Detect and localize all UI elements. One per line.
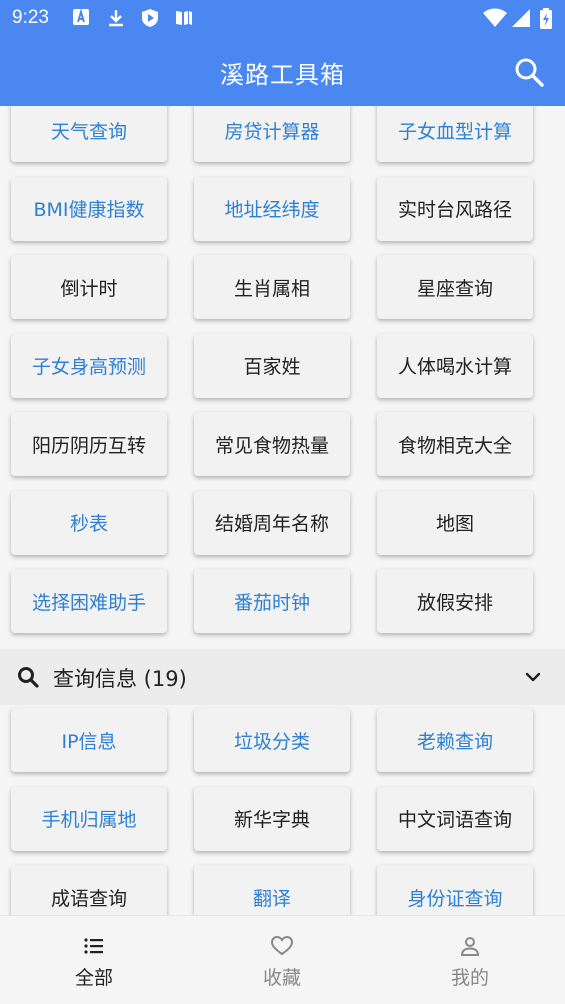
chevron-down-icon[interactable] bbox=[523, 667, 543, 687]
tool-tile[interactable]: 地址经纬度 bbox=[194, 176, 350, 241]
nav-label: 全部 bbox=[74, 967, 113, 989]
download-icon bbox=[109, 10, 123, 27]
status-time: 9:23 bbox=[12, 7, 49, 28]
nav-label: 我的 bbox=[450, 967, 489, 989]
status-bar: 9:23 bbox=[0, 0, 565, 38]
nav-item-mine[interactable]: 我的 bbox=[376, 916, 564, 1004]
query-tile[interactable]: 身份证查询 bbox=[377, 865, 533, 915]
book-icon bbox=[176, 11, 192, 25]
battery-charging-icon bbox=[540, 8, 552, 29]
search-icon[interactable] bbox=[513, 56, 545, 88]
tool-tile[interactable]: 放假安排 bbox=[377, 569, 533, 633]
tool-tile[interactable]: BMI健康指数 bbox=[11, 176, 167, 241]
tool-tile[interactable]: 星座查询 bbox=[377, 255, 533, 319]
signal-icon bbox=[512, 9, 530, 27]
tool-tile[interactable]: 地图 bbox=[377, 490, 533, 555]
tool-tile[interactable]: 秒表 bbox=[11, 490, 167, 555]
query-tile[interactable]: 成语查询 bbox=[11, 865, 167, 915]
query-tile[interactable]: 中文词语查询 bbox=[377, 786, 533, 851]
app-bar: 溪路工具箱 bbox=[0, 38, 565, 106]
bottom-nav: 全部 收藏 我的 bbox=[0, 915, 565, 1004]
tool-tile[interactable]: 结婚周年名称 bbox=[194, 490, 350, 555]
heart-icon bbox=[270, 935, 294, 956]
app-title: 溪路工具箱 bbox=[220, 61, 345, 89]
query-tile[interactable]: 手机归属地 bbox=[11, 786, 167, 851]
tool-tile[interactable]: 房贷计算器 bbox=[194, 106, 350, 162]
nav-item-favorites[interactable]: 收藏 bbox=[188, 916, 376, 1004]
tool-tile[interactable]: 子女身高预测 bbox=[11, 333, 167, 398]
tool-tile[interactable]: 番茄时钟 bbox=[194, 569, 350, 633]
tool-tile[interactable]: 生肖属相 bbox=[194, 255, 350, 319]
tool-tile[interactable]: 选择困难助手 bbox=[11, 569, 167, 633]
search-icon bbox=[18, 667, 39, 688]
query-tile[interactable]: 老赖查询 bbox=[377, 708, 533, 772]
tool-tile[interactable]: 人体喝水计算 bbox=[377, 333, 533, 398]
tool-tile[interactable]: 实时台风路径 bbox=[377, 176, 533, 241]
tool-tile[interactable]: 天气查询 bbox=[11, 106, 167, 162]
tool-tile[interactable]: 食物相克大全 bbox=[377, 412, 533, 476]
section-header-query[interactable]: 查询信息 (19) bbox=[0, 649, 565, 705]
query-tile[interactable]: 翻译 bbox=[194, 865, 350, 915]
person-icon bbox=[460, 937, 480, 956]
query-tile[interactable]: IP信息 bbox=[11, 708, 167, 772]
tool-tile[interactable]: 常见食物热量 bbox=[194, 412, 350, 476]
shield-play-icon bbox=[142, 9, 158, 27]
tool-tile[interactable]: 阳历阴历互转 bbox=[11, 412, 167, 476]
nav-label: 收藏 bbox=[262, 967, 301, 989]
keyboard-a-icon bbox=[73, 8, 89, 25]
tool-tile[interactable]: 百家姓 bbox=[194, 333, 350, 398]
list-icon bbox=[84, 938, 103, 954]
section-title: 查询信息 (19) bbox=[53, 667, 187, 691]
query-tile[interactable]: 新华字典 bbox=[194, 786, 350, 851]
tool-list[interactable]: 天气查询 房贷计算器 子女血型计算 BMI健康指数 地址经纬度 实时台风路径 倒… bbox=[0, 106, 565, 915]
tool-tile[interactable]: 倒计时 bbox=[11, 255, 167, 319]
nav-item-all[interactable]: 全部 bbox=[0, 916, 188, 1004]
wifi-icon bbox=[483, 8, 507, 27]
tool-tile[interactable]: 子女血型计算 bbox=[377, 106, 533, 162]
query-tile[interactable]: 垃圾分类 bbox=[194, 708, 350, 772]
